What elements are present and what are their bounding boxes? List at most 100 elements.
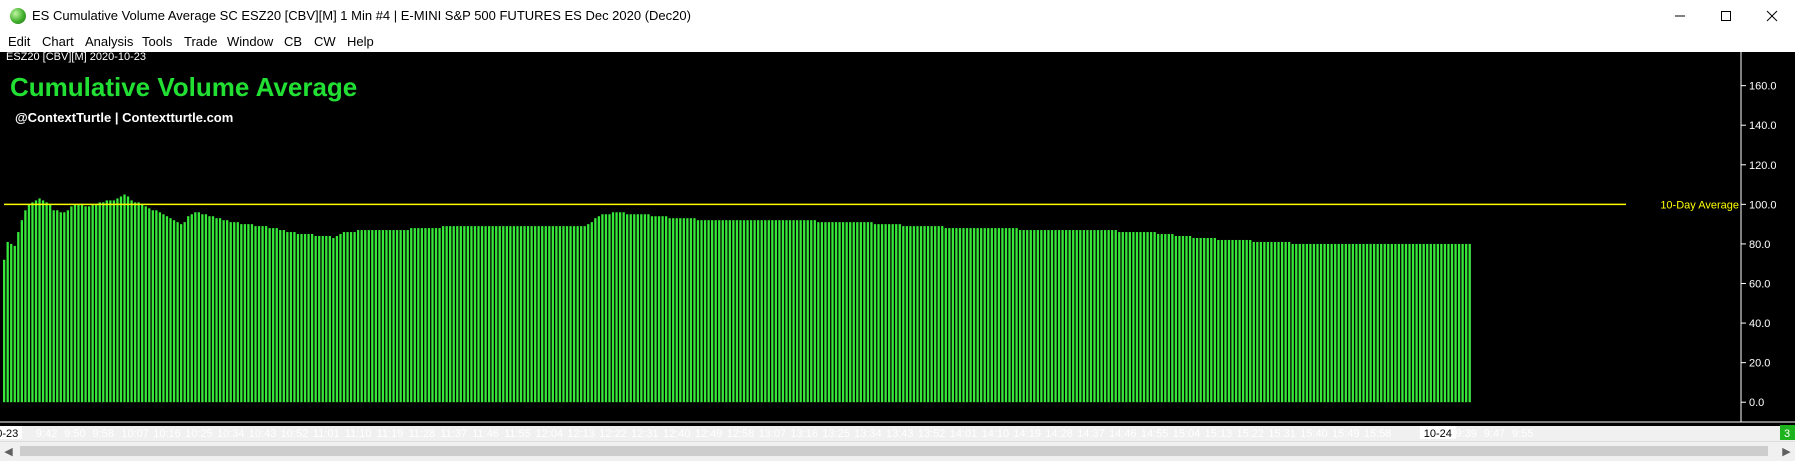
volume-bar: [1380, 243, 1383, 403]
volume-bar: [56, 210, 59, 403]
volume-bar: [310, 234, 314, 403]
horizontal-scrollbar[interactable]: ◀ ▶: [0, 441, 1795, 461]
volume-bar: [958, 228, 962, 403]
close-button[interactable]: [1749, 0, 1795, 32]
time-axis-label: 9:47: [1484, 428, 1505, 440]
volume-bar: [1040, 230, 1043, 403]
volume-bar: [785, 220, 788, 403]
volume-bar: [1309, 243, 1312, 403]
time-axis-label: 12:49: [695, 428, 723, 440]
volume-bar: [852, 222, 855, 403]
volume-bar: [371, 230, 374, 403]
volume-bar: [519, 226, 523, 403]
volume-bar: [534, 226, 537, 403]
volume-bar: [1295, 243, 1298, 403]
time-axis-label: 13:52: [918, 428, 946, 440]
volume-bar: [1065, 230, 1068, 403]
time-axis-label: 15:31: [1268, 428, 1296, 440]
time-axis-label: 10:52: [281, 428, 309, 440]
volume-bar: [34, 200, 38, 403]
volume-bar: [73, 204, 77, 403]
volume-bar: [335, 236, 339, 403]
volume-bar: [1192, 237, 1195, 403]
volume-bar: [1178, 236, 1181, 403]
time-axis-label: 10:16: [153, 428, 181, 440]
scroll-right-arrow-icon[interactable]: ▶: [1778, 442, 1795, 461]
time-axis-label: 11:10: [345, 428, 372, 440]
volume-bar: [1047, 230, 1050, 403]
maximize-button[interactable]: [1703, 0, 1749, 32]
volume-bar: [626, 214, 629, 403]
value-axis-label: 80.0: [1749, 239, 1770, 251]
menu-cw[interactable]: CW: [314, 34, 336, 49]
volume-bar: [1036, 230, 1039, 403]
menu-trade[interactable]: Trade: [184, 34, 217, 49]
volume-bar: [10, 243, 13, 403]
volume-bar: [604, 214, 608, 403]
time-axis-label: 14:28: [1045, 428, 1073, 440]
time-axis-label: 12:04: [536, 428, 564, 440]
volume-bar: [1323, 243, 1326, 403]
volume-bar: [1050, 230, 1054, 403]
volume-bar: [1026, 230, 1029, 403]
scrollbar-thumb[interactable]: [20, 446, 1768, 456]
menu-chart[interactable]: Chart: [42, 34, 74, 49]
chart-symbol-label: ESZ20 [CBV][M] 2020-10-23: [6, 51, 147, 63]
volume-bar: [484, 226, 487, 403]
menu-help[interactable]: Help: [347, 34, 374, 49]
volume-bar: [491, 226, 494, 403]
time-axis-label: 11:55: [504, 428, 531, 440]
volume-bar: [1426, 243, 1429, 403]
volume-bar: [735, 220, 739, 403]
menu-cb[interactable]: CB: [284, 34, 302, 49]
volume-bar: [1125, 232, 1128, 403]
minimize-button[interactable]: [1657, 0, 1703, 32]
chart-area[interactable]: 10-Day Average 160.0 140.0 120.0 100.0 80.0 6…: [0, 52, 1795, 440]
time-axis-label: 13:43: [886, 428, 914, 440]
volume-bar: [1072, 230, 1075, 403]
scroll-left-arrow-icon[interactable]: ◀: [0, 442, 17, 461]
menu-edit[interactable]: Edit: [8, 34, 30, 49]
volume-bar: [1404, 243, 1408, 403]
volume-bar: [300, 234, 303, 403]
volume-bar: [91, 204, 94, 403]
time-axis-label: 10:43: [249, 428, 277, 440]
volume-bar: [197, 212, 200, 403]
volume-bar: [470, 226, 473, 403]
volume-bar: [1266, 241, 1270, 403]
volume-bar: [689, 218, 693, 403]
volume-bar: [618, 212, 622, 403]
close-icon: [1766, 10, 1778, 22]
volume-bar: [1355, 243, 1358, 403]
menu-analysis[interactable]: Analysis: [85, 34, 133, 49]
volume-bar: [385, 230, 388, 403]
volume-bar: [1149, 232, 1153, 403]
time-axis-label: 15:22: [1236, 428, 1264, 440]
volume-bar: [187, 216, 190, 403]
volume-bar: [215, 218, 218, 403]
volume-bar: [381, 230, 385, 403]
volume-bar: [583, 226, 586, 403]
volume-bar: [378, 230, 381, 403]
volume-bar: [1390, 243, 1393, 403]
time-axis-label: 10:25: [185, 428, 213, 440]
volume-bar: [1256, 241, 1259, 403]
volume-bar: [1075, 230, 1078, 403]
volume-bar: [799, 220, 802, 403]
menu-window[interactable]: Window: [227, 34, 273, 49]
menu-tools[interactable]: Tools: [142, 34, 172, 49]
chart-subtitle: @ContextTurtle | Contextturtle.com: [15, 110, 234, 125]
volume-bar: [1111, 230, 1114, 403]
volume-bar: [672, 218, 675, 403]
volume-bar: [831, 222, 834, 403]
volume-bar: [87, 206, 91, 403]
volume-bar: [640, 214, 643, 403]
volume-bar: [1397, 243, 1401, 403]
volume-bar: [1043, 230, 1047, 403]
value-axis-label: 120.0: [1749, 160, 1777, 172]
volume-bar: [636, 214, 639, 403]
volume-bar: [1171, 234, 1174, 403]
chart-canvas[interactable]: 10-Day Average 160.0 140.0 120.0 100.0 80.0 6…: [0, 52, 1795, 426]
time-axis-label: 14:19: [1013, 428, 1041, 440]
volume-bar: [1305, 243, 1309, 403]
